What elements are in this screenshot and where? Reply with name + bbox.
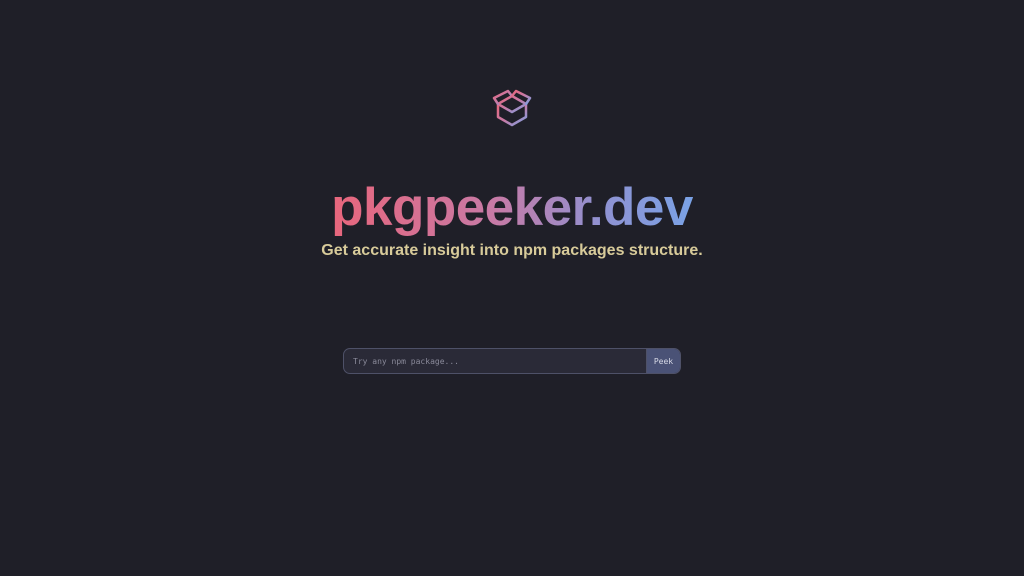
open-box-icon — [490, 88, 534, 132]
package-search-input[interactable] — [344, 349, 646, 373]
tagline: Get accurate insight into npm packages s… — [321, 242, 703, 259]
landing-hero: pkgpeeker.dev Get accurate insight into … — [0, 0, 1024, 576]
brand-title: pkgpeeker.dev — [331, 177, 693, 237]
page-title: pkgpeeker.dev — [0, 176, 1024, 240]
peek-button[interactable]: Peek — [646, 349, 680, 373]
package-search-form: Peek — [343, 348, 681, 374]
